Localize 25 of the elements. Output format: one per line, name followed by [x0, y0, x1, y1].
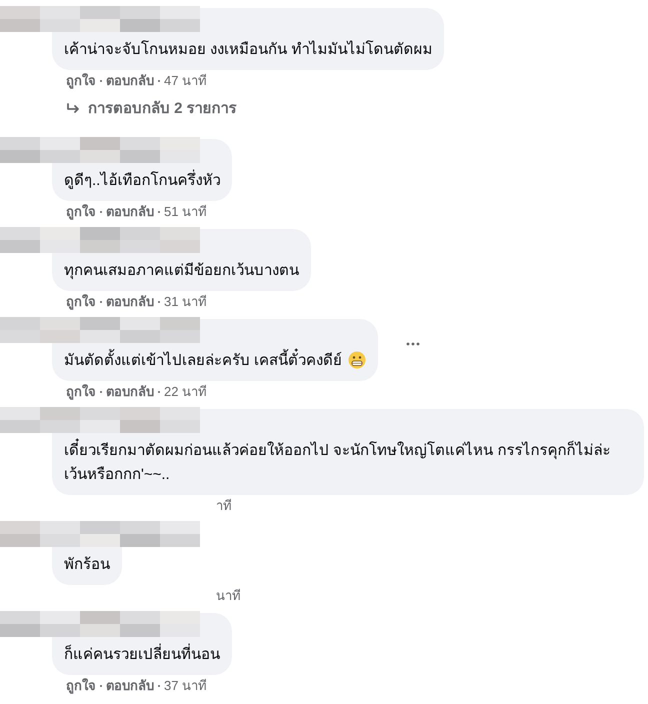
like-link[interactable]: ถูกใจ [66, 202, 96, 222]
comment-text: ก็แค่คนรวยเปลี่ยนที่นอน [64, 646, 220, 662]
timestamp: นาที [216, 586, 241, 605]
like-link[interactable]: ถูกใจ [66, 292, 96, 312]
more-options-icon[interactable] [406, 342, 420, 346]
timestamp: 51 นาที [164, 202, 208, 221]
reply-link[interactable]: ตอบกลับ [106, 71, 154, 91]
timestamp: 47 นาที [164, 72, 208, 90]
timestamp: าที [216, 496, 232, 515]
like-link[interactable]: ถูกใจ [66, 382, 96, 402]
reply-link[interactable]: ตอบกลับ [106, 382, 154, 402]
view-replies-link[interactable]: การตอบกลับ 2 รายการ [52, 98, 237, 120]
timestamp: 31 นาที [164, 292, 208, 311]
reply-link[interactable]: ตอบกลับ [106, 676, 154, 696]
like-link[interactable]: ถูกใจ [66, 71, 96, 91]
reply-link[interactable]: ตอบกลับ [106, 202, 154, 222]
comment-text: ทุกคนเสมอภาคแต่มีข้อยกเว้นบางตน [64, 262, 299, 278]
comment-text: เค้าน่าจะจับโกนหมอย งงเหมือนกัน ทำไมมันไม่โดนตัดผม [64, 41, 432, 58]
timestamp: 22 นาที [164, 382, 208, 401]
timestamp: 37 นาที [164, 676, 208, 695]
reply-arrow-icon [66, 103, 80, 116]
like-link[interactable]: ถูกใจ [66, 676, 96, 696]
comment-text: ดูดีๆ..ไอ้เทือกโกนครึ่งหัว [64, 172, 220, 188]
comment-text: พักร้อน [64, 556, 110, 572]
reply-link[interactable]: ตอบกลับ [106, 292, 154, 312]
